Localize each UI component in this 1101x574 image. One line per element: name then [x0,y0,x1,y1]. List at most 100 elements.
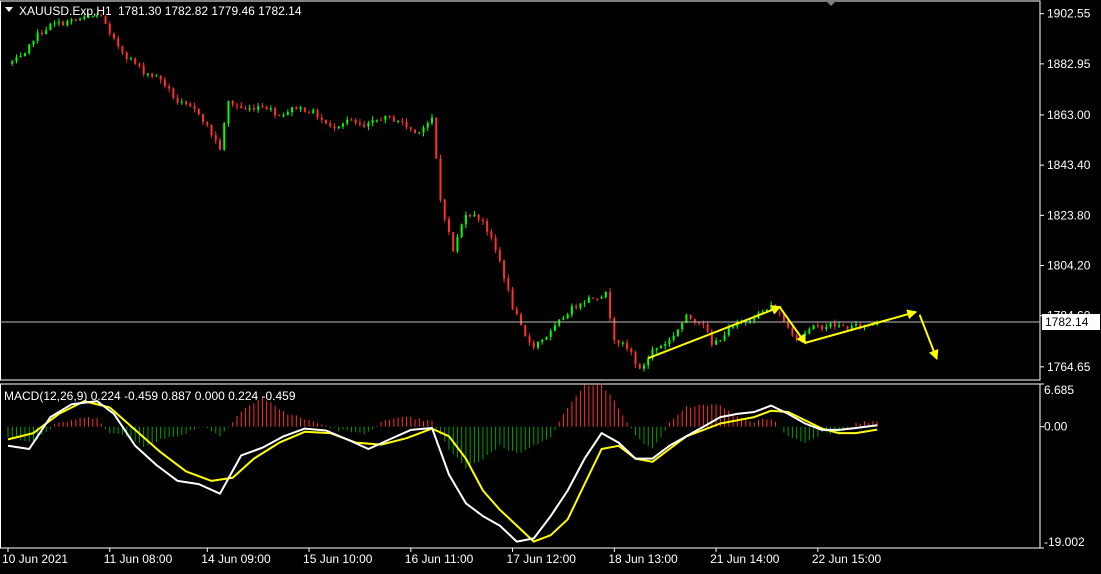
candle-body [562,318,565,320]
candle-body [409,127,412,130]
candle-body [274,108,277,116]
candle-body [477,214,480,220]
candle-body [240,106,243,109]
candle-body [45,30,48,35]
candle-body [405,121,408,128]
candle-body [452,232,455,252]
candle-body [138,63,141,66]
candle-body [49,23,52,31]
candle-body [113,33,115,39]
candle-body [609,291,612,319]
chart-svg[interactable]: 1902.55 1882.95 1863.00 1843.40 1823.80 1804.… [0,0,1101,569]
candle-body [532,342,535,348]
candle-body [494,237,497,251]
candle-body [604,291,607,298]
candle-body [422,127,425,133]
candle-body [473,214,476,217]
candle-body [325,120,327,124]
candle-body [617,340,620,344]
candle-body [269,108,272,110]
candle-body [62,21,65,26]
time-tick-label: 14 Jun 09:00 [201,552,271,566]
candle-body [79,18,82,20]
candle-body [286,112,289,115]
candle-body [36,32,39,41]
candle-body [426,123,429,128]
candle-body [638,364,641,369]
candle-body [583,302,586,304]
candle-body [291,107,294,113]
candle-body [549,330,552,337]
macd-title: MACD(12,26,9) 0.224 -0.459 0.887 0.000 0… [4,389,296,403]
candle-body [431,117,433,124]
symbol-timeframe: XAUUSD.Exp,H1 [19,4,112,18]
candle-body [108,23,111,34]
candle-body [278,115,281,117]
candle-body [456,236,459,252]
candle-body [316,109,319,118]
candle-body [163,79,166,87]
candle-body [460,224,463,237]
candle-body [787,322,790,328]
candle-body [401,120,404,122]
candle-body [23,53,26,56]
chart-root[interactable]: 1902.55 1882.95 1863.00 1843.40 1823.80 1804.… [0,0,1101,569]
candle-body [227,101,230,124]
candle-body [265,106,268,110]
candle-body [202,114,205,123]
candle-body [414,129,417,133]
candle-body [447,219,450,233]
candle-body [358,123,361,125]
candle-body [142,65,145,74]
candle-body [545,336,548,340]
candle-body [732,326,735,328]
candle-body [655,348,658,350]
candle-body [206,122,209,125]
macd-header: MACD(12,26,9) 0.224 -0.459 0.887 0.000 0… [4,389,296,403]
candle-body [825,326,828,329]
candle-body [180,101,183,103]
candle-body [515,308,518,315]
candle-body [829,323,832,327]
candle-body [252,107,255,110]
candle-body [689,314,692,320]
candle-body [592,297,595,299]
candle-body [151,73,154,77]
candle-body [231,101,234,105]
current-price-label: 1782.14 [1045,315,1089,329]
candle-body [337,126,340,129]
candle-body [32,40,35,45]
candle-body [346,119,349,124]
candle-body [723,335,726,341]
candle-body [235,104,238,107]
time-tick-label: 18 Jun 13:00 [608,552,678,566]
candle-body [558,319,561,326]
candle-body [388,115,391,117]
candle-body [341,123,344,127]
candle-body [248,107,251,110]
candle-body [520,314,523,325]
candle-body [261,106,264,108]
candle-body [821,325,824,329]
candle-body [659,345,662,349]
candle-body [354,119,357,124]
candle-body [146,73,149,75]
chart-header: XAUUSD.Exp,H1 1781.30 1782.82 1779.46 17… [5,4,302,18]
candle-body [117,38,120,47]
candle-body [702,323,705,325]
candle-body [566,314,569,319]
candle-body [727,327,730,336]
candle-body [40,32,43,35]
time-tick-label: 11 Jun 08:00 [104,552,173,566]
candle-body [503,260,506,279]
candle-body [303,107,306,113]
candle-body [439,158,442,200]
candle-body [587,297,590,303]
candle-body [418,132,421,134]
candle-body [486,220,489,232]
candle-body [469,215,472,217]
candle-body [846,326,849,330]
candle-body [753,318,756,321]
candle-body [74,19,77,21]
candle-body [384,115,387,120]
